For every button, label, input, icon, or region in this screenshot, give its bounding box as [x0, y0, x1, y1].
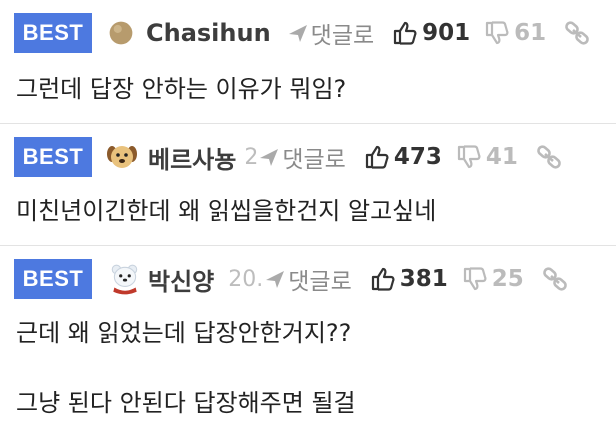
- reply-label: 댓글로: [288, 269, 352, 295]
- link-icon: [565, 21, 590, 45]
- best-badge: BEST: [14, 259, 92, 299]
- comment-header: BEST 베르사뇽 2 댓글로 473 41: [14, 136, 616, 178]
- nickname[interactable]: 베르사뇽: [148, 140, 236, 175]
- comment-line: 근데 왜 읽었는데 답장안한거지??: [16, 319, 352, 347]
- reply-button[interactable]: 댓글로: [264, 262, 352, 296]
- like-button[interactable]: 901: [392, 20, 470, 46]
- puppy-avatar-icon[interactable]: [106, 141, 138, 173]
- comment-text: 미친년이긴한데 왜 읽씹을한건지 알고싶네: [16, 194, 606, 228]
- comment-line: 그냥 된다 안된다 답장해주면 될걸: [16, 389, 356, 417]
- best-badge: BEST: [14, 137, 92, 177]
- like-button[interactable]: 473: [364, 144, 442, 170]
- send-icon: [288, 25, 307, 42]
- reply-button[interactable]: 댓글로: [258, 140, 346, 174]
- nickname[interactable]: 박신양: [148, 262, 214, 297]
- timestamp: 2: [244, 144, 259, 170]
- reply-label: 댓글로: [282, 147, 346, 173]
- polar-bear-avatar-icon[interactable]: [108, 262, 142, 296]
- comment-line: 그런데 답장 안하는 이유가 뭐임?: [16, 75, 347, 103]
- best-badge: BEST: [14, 13, 92, 53]
- thumbs-down-icon: [486, 21, 509, 45]
- comment-text: 그런데 답장 안하는 이유가 뭐임?: [16, 72, 606, 106]
- dislike-button[interactable]: 61: [484, 20, 546, 46]
- send-icon: [266, 271, 285, 288]
- nickname[interactable]: Chasihun: [146, 19, 271, 47]
- dislike-count: 25: [491, 266, 524, 292]
- comment-header: BEST Chasihun 댓글로 901 61: [14, 12, 616, 54]
- comment-item: BEST 베르사뇽 2 댓글로 473 41 미친년이긴한데 왜 읽씹을한건지 …: [0, 124, 616, 246]
- thumbs-up-icon: [365, 145, 389, 169]
- avatar-icon[interactable]: [108, 20, 134, 46]
- dislike-count: 61: [514, 20, 547, 46]
- dislike-count: 41: [485, 144, 518, 170]
- thumbs-up-icon: [371, 267, 395, 291]
- like-count: 473: [393, 144, 442, 170]
- like-button[interactable]: 381: [370, 266, 448, 292]
- comment-item: BEST Chasihun 댓글로 901 61 그런데 답장 안하는 이유가 …: [0, 0, 616, 124]
- comment-item: BEST 박신양 20. 댓글로 381 25 근데 왜 읽었는데 답장안한거지…: [0, 246, 616, 441]
- dislike-button[interactable]: 41: [456, 144, 518, 170]
- reply-label: 댓글로: [310, 23, 375, 49]
- link-icon: [537, 145, 561, 169]
- link-icon: [542, 267, 567, 291]
- timestamp: 20.: [228, 266, 264, 292]
- send-icon: [260, 149, 279, 166]
- link-button[interactable]: [536, 144, 562, 170]
- thumbs-down-icon: [457, 145, 481, 169]
- link-button[interactable]: [564, 20, 590, 46]
- comment-text: 근데 왜 읽었는데 답장안한거지?? 그냥 된다 안된다 답장해주면 될걸: [16, 316, 606, 420]
- like-count: 381: [399, 266, 448, 292]
- like-count: 901: [422, 20, 471, 46]
- thumbs-down-icon: [463, 267, 487, 291]
- reply-button[interactable]: 댓글로: [287, 16, 374, 50]
- thumbs-up-icon: [394, 21, 417, 45]
- comment-header: BEST 박신양 20. 댓글로 381 25: [14, 258, 616, 300]
- comment-line: 미친년이긴한데 왜 읽씹을한건지 알고싶네: [16, 197, 437, 225]
- dislike-button[interactable]: 25: [462, 266, 524, 292]
- link-button[interactable]: [542, 266, 568, 292]
